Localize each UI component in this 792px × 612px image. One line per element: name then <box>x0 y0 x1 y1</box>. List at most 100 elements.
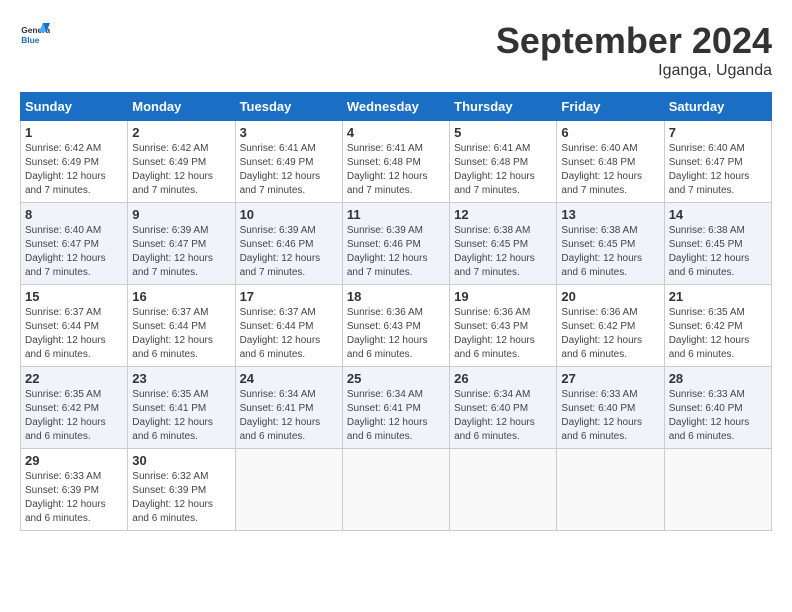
calendar-cell: 18 Sunrise: 6:36 AMSunset: 6:43 PMDaylig… <box>342 285 449 367</box>
calendar-cell: 13 Sunrise: 6:38 AMSunset: 6:45 PMDaylig… <box>557 203 664 285</box>
calendar-cell: 6 Sunrise: 6:40 AMSunset: 6:48 PMDayligh… <box>557 121 664 203</box>
day-detail: Sunrise: 6:39 AMSunset: 6:46 PMDaylight:… <box>240 225 321 278</box>
calendar-week-row: 15 Sunrise: 6:37 AMSunset: 6:44 PMDaylig… <box>21 285 772 367</box>
day-number: 3 <box>240 125 338 140</box>
calendar-cell: 7 Sunrise: 6:40 AMSunset: 6:47 PMDayligh… <box>664 121 771 203</box>
day-detail: Sunrise: 6:38 AMSunset: 6:45 PMDaylight:… <box>669 225 750 278</box>
day-number: 18 <box>347 289 445 304</box>
day-number: 29 <box>25 453 123 468</box>
day-number: 2 <box>132 125 230 140</box>
day-detail: Sunrise: 6:39 AMSunset: 6:46 PMDaylight:… <box>347 225 428 278</box>
calendar-cell: 12 Sunrise: 6:38 AMSunset: 6:45 PMDaylig… <box>450 203 557 285</box>
calendar-cell: 29 Sunrise: 6:33 AMSunset: 6:39 PMDaylig… <box>21 449 128 531</box>
day-detail: Sunrise: 6:33 AMSunset: 6:40 PMDaylight:… <box>669 389 750 442</box>
month-title: September 2024 <box>496 20 772 62</box>
location-title: Iganga, Uganda <box>496 62 772 80</box>
day-detail: Sunrise: 6:42 AMSunset: 6:49 PMDaylight:… <box>132 143 213 196</box>
day-number: 8 <box>25 207 123 222</box>
logo: General Blue <box>20 20 50 50</box>
calendar-cell: 9 Sunrise: 6:39 AMSunset: 6:47 PMDayligh… <box>128 203 235 285</box>
day-number: 16 <box>132 289 230 304</box>
calendar-cell <box>450 449 557 531</box>
day-number: 12 <box>454 207 552 222</box>
day-number: 28 <box>669 371 767 386</box>
calendar-cell: 17 Sunrise: 6:37 AMSunset: 6:44 PMDaylig… <box>235 285 342 367</box>
calendar-cell <box>664 449 771 531</box>
day-detail: Sunrise: 6:40 AMSunset: 6:48 PMDaylight:… <box>561 143 642 196</box>
day-number: 13 <box>561 207 659 222</box>
day-detail: Sunrise: 6:38 AMSunset: 6:45 PMDaylight:… <box>454 225 535 278</box>
day-detail: Sunrise: 6:36 AMSunset: 6:42 PMDaylight:… <box>561 307 642 360</box>
weekday-header-saturday: Saturday <box>664 93 771 121</box>
day-number: 26 <box>454 371 552 386</box>
day-detail: Sunrise: 6:37 AMSunset: 6:44 PMDaylight:… <box>132 307 213 360</box>
calendar-week-row: 8 Sunrise: 6:40 AMSunset: 6:47 PMDayligh… <box>21 203 772 285</box>
weekday-header-thursday: Thursday <box>450 93 557 121</box>
day-number: 4 <box>347 125 445 140</box>
day-number: 17 <box>240 289 338 304</box>
day-detail: Sunrise: 6:35 AMSunset: 6:42 PMDaylight:… <box>25 389 106 442</box>
day-detail: Sunrise: 6:32 AMSunset: 6:39 PMDaylight:… <box>132 471 213 524</box>
day-detail: Sunrise: 6:35 AMSunset: 6:41 PMDaylight:… <box>132 389 213 442</box>
day-detail: Sunrise: 6:39 AMSunset: 6:47 PMDaylight:… <box>132 225 213 278</box>
calendar-cell: 11 Sunrise: 6:39 AMSunset: 6:46 PMDaylig… <box>342 203 449 285</box>
calendar-cell: 8 Sunrise: 6:40 AMSunset: 6:47 PMDayligh… <box>21 203 128 285</box>
day-number: 6 <box>561 125 659 140</box>
svg-text:Blue: Blue <box>21 35 40 45</box>
day-number: 5 <box>454 125 552 140</box>
weekday-header-monday: Monday <box>128 93 235 121</box>
day-detail: Sunrise: 6:41 AMSunset: 6:49 PMDaylight:… <box>240 143 321 196</box>
day-detail: Sunrise: 6:40 AMSunset: 6:47 PMDaylight:… <box>669 143 750 196</box>
day-detail: Sunrise: 6:36 AMSunset: 6:43 PMDaylight:… <box>454 307 535 360</box>
calendar-cell: 3 Sunrise: 6:41 AMSunset: 6:49 PMDayligh… <box>235 121 342 203</box>
calendar-cell: 28 Sunrise: 6:33 AMSunset: 6:40 PMDaylig… <box>664 367 771 449</box>
calendar-cell: 19 Sunrise: 6:36 AMSunset: 6:43 PMDaylig… <box>450 285 557 367</box>
page-header: General Blue September 2024 Iganga, Ugan… <box>20 20 772 80</box>
calendar-cell: 26 Sunrise: 6:34 AMSunset: 6:40 PMDaylig… <box>450 367 557 449</box>
day-detail: Sunrise: 6:34 AMSunset: 6:40 PMDaylight:… <box>454 389 535 442</box>
calendar-cell: 30 Sunrise: 6:32 AMSunset: 6:39 PMDaylig… <box>128 449 235 531</box>
calendar-cell: 23 Sunrise: 6:35 AMSunset: 6:41 PMDaylig… <box>128 367 235 449</box>
day-number: 10 <box>240 207 338 222</box>
weekday-header-tuesday: Tuesday <box>235 93 342 121</box>
day-number: 20 <box>561 289 659 304</box>
calendar-cell <box>342 449 449 531</box>
calendar-cell <box>557 449 664 531</box>
day-detail: Sunrise: 6:33 AMSunset: 6:40 PMDaylight:… <box>561 389 642 442</box>
calendar-cell: 25 Sunrise: 6:34 AMSunset: 6:41 PMDaylig… <box>342 367 449 449</box>
day-number: 11 <box>347 207 445 222</box>
calendar-week-row: 22 Sunrise: 6:35 AMSunset: 6:42 PMDaylig… <box>21 367 772 449</box>
calendar-week-row: 29 Sunrise: 6:33 AMSunset: 6:39 PMDaylig… <box>21 449 772 531</box>
day-detail: Sunrise: 6:37 AMSunset: 6:44 PMDaylight:… <box>25 307 106 360</box>
calendar-cell <box>235 449 342 531</box>
weekday-header-wednesday: Wednesday <box>342 93 449 121</box>
day-detail: Sunrise: 6:36 AMSunset: 6:43 PMDaylight:… <box>347 307 428 360</box>
calendar-cell: 24 Sunrise: 6:34 AMSunset: 6:41 PMDaylig… <box>235 367 342 449</box>
day-number: 30 <box>132 453 230 468</box>
weekday-header-sunday: Sunday <box>21 93 128 121</box>
day-detail: Sunrise: 6:41 AMSunset: 6:48 PMDaylight:… <box>347 143 428 196</box>
day-number: 9 <box>132 207 230 222</box>
day-number: 25 <box>347 371 445 386</box>
day-detail: Sunrise: 6:42 AMSunset: 6:49 PMDaylight:… <box>25 143 106 196</box>
day-detail: Sunrise: 6:34 AMSunset: 6:41 PMDaylight:… <box>240 389 321 442</box>
title-area: September 2024 Iganga, Uganda <box>496 20 772 80</box>
logo-icon: General Blue <box>20 20 50 50</box>
weekday-header-friday: Friday <box>557 93 664 121</box>
calendar-week-row: 1 Sunrise: 6:42 AMSunset: 6:49 PMDayligh… <box>21 121 772 203</box>
day-detail: Sunrise: 6:34 AMSunset: 6:41 PMDaylight:… <box>347 389 428 442</box>
calendar-cell: 4 Sunrise: 6:41 AMSunset: 6:48 PMDayligh… <box>342 121 449 203</box>
day-detail: Sunrise: 6:35 AMSunset: 6:42 PMDaylight:… <box>669 307 750 360</box>
calendar-table: SundayMondayTuesdayWednesdayThursdayFrid… <box>20 92 772 531</box>
day-number: 27 <box>561 371 659 386</box>
calendar-cell: 20 Sunrise: 6:36 AMSunset: 6:42 PMDaylig… <box>557 285 664 367</box>
calendar-cell: 21 Sunrise: 6:35 AMSunset: 6:42 PMDaylig… <box>664 285 771 367</box>
day-number: 7 <box>669 125 767 140</box>
weekday-header-row: SundayMondayTuesdayWednesdayThursdayFrid… <box>21 93 772 121</box>
calendar-cell: 22 Sunrise: 6:35 AMSunset: 6:42 PMDaylig… <box>21 367 128 449</box>
day-number: 21 <box>669 289 767 304</box>
calendar-cell: 16 Sunrise: 6:37 AMSunset: 6:44 PMDaylig… <box>128 285 235 367</box>
calendar-cell: 27 Sunrise: 6:33 AMSunset: 6:40 PMDaylig… <box>557 367 664 449</box>
calendar-cell: 5 Sunrise: 6:41 AMSunset: 6:48 PMDayligh… <box>450 121 557 203</box>
day-detail: Sunrise: 6:38 AMSunset: 6:45 PMDaylight:… <box>561 225 642 278</box>
